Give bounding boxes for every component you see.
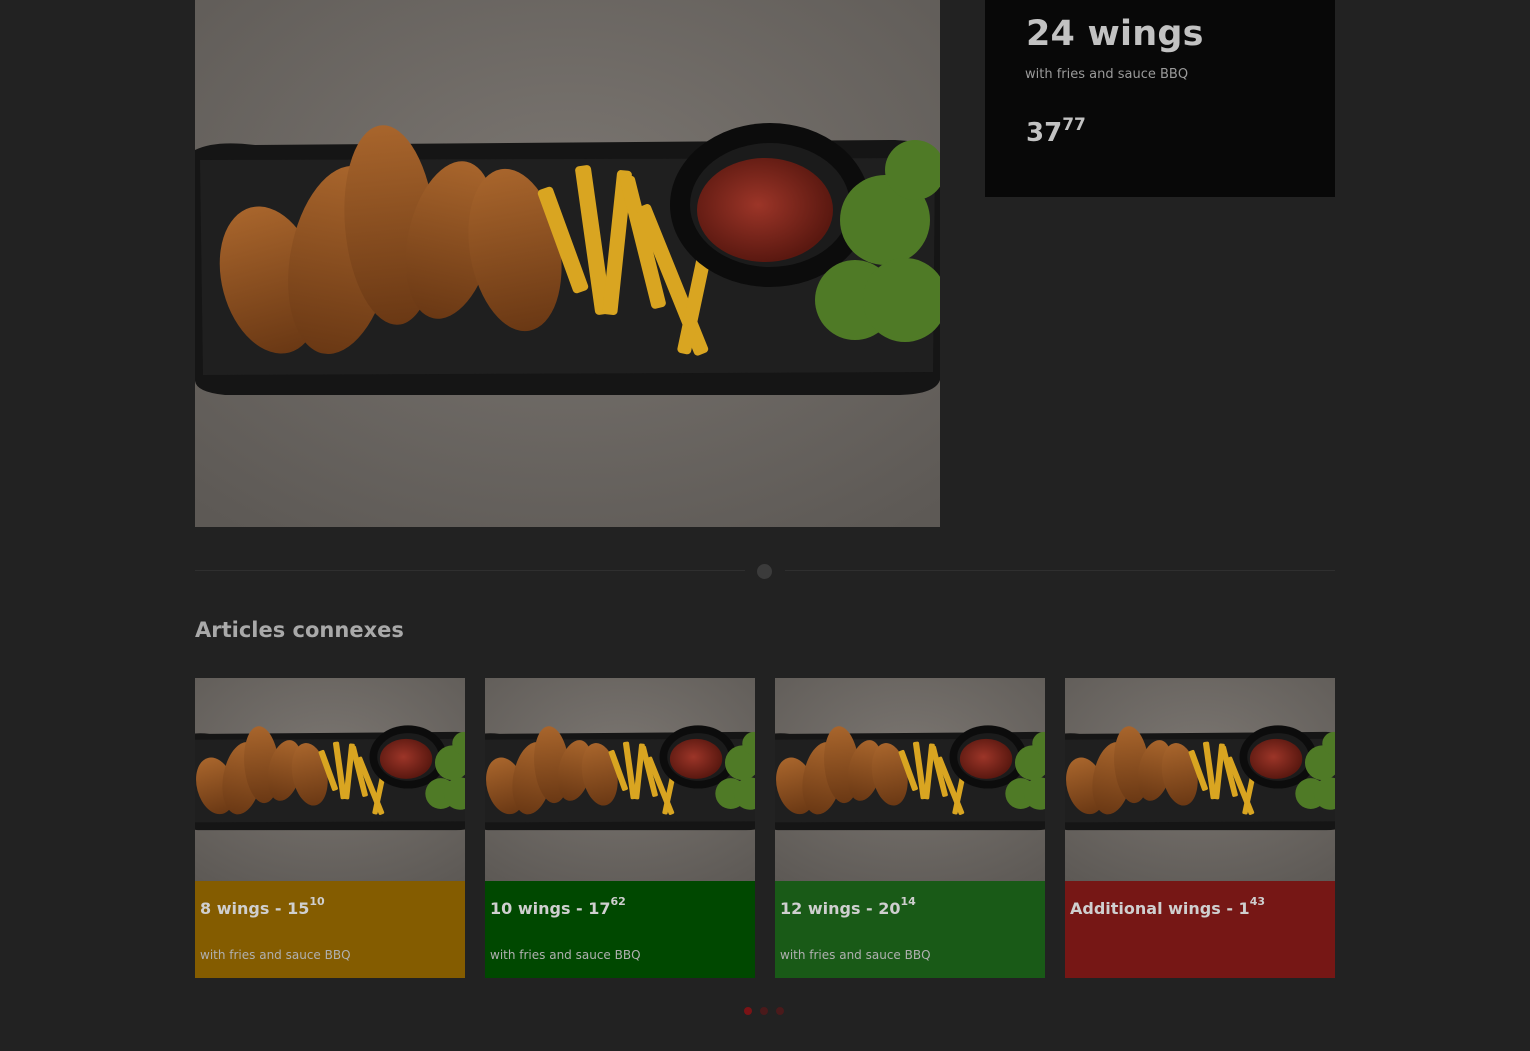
carousel-dot-1[interactable] (744, 1007, 752, 1015)
carousel-dot-3[interactable] (776, 1007, 784, 1015)
product-page: 24 wings with fries and sauce BBQ 3777 A… (0, 0, 1530, 1051)
related-card-info: 12 wings - 2014 with fries and sauce BBQ (775, 881, 1045, 978)
related-card-name[interactable]: Additional wings - 143 (1070, 895, 1265, 918)
related-card-photo (1065, 678, 1335, 881)
product-details-panel: 24 wings with fries and sauce BBQ 3777 (985, 0, 1335, 197)
related-card-name[interactable]: 12 wings - 2014 (780, 895, 916, 918)
related-articles-carousel: 8 wings - 1510 with fries and sauce BBQ … (195, 678, 1335, 978)
divider-line-right (785, 570, 1335, 571)
divider-line-left (195, 570, 745, 571)
related-card-image (1065, 678, 1335, 881)
related-card-photo (195, 678, 465, 881)
related-card-description: with fries and sauce BBQ (780, 948, 931, 962)
related-card-cents: 62 (610, 895, 626, 908)
price-cents: 77 (1062, 115, 1086, 135)
related-card-info: 10 wings - 1762 with fries and sauce BBQ (485, 881, 755, 978)
related-card-image (485, 678, 755, 881)
product-subtitle: with fries and sauce BBQ (1025, 67, 1189, 82)
related-card-description: with fries and sauce BBQ (490, 948, 641, 962)
related-card-name-text: 8 wings - 15 (200, 899, 310, 918)
related-card-10-wings[interactable]: 10 wings - 1762 with fries and sauce BBQ (485, 678, 755, 978)
related-card-image (195, 678, 465, 881)
related-card-info: 8 wings - 1510 with fries and sauce BBQ (195, 881, 465, 978)
carousel-dot-2[interactable] (760, 1007, 768, 1015)
related-card-description: with fries and sauce BBQ (200, 948, 351, 962)
related-card-additional-wings[interactable]: Additional wings - 143 (1065, 678, 1335, 978)
divider-dot (757, 564, 772, 579)
section-divider (195, 564, 1335, 579)
product-photo (195, 0, 940, 527)
product-image[interactable] (195, 0, 940, 527)
product-price: 3777 (1026, 115, 1086, 148)
related-card-12-wings[interactable]: 12 wings - 2014 with fries and sauce BBQ (775, 678, 1045, 978)
related-card-photo (485, 678, 755, 881)
related-card-name-text: Additional wings - 1 (1070, 899, 1250, 918)
related-card-name-text: 10 wings - 17 (490, 899, 611, 918)
related-articles-title: Articles connexes (195, 618, 404, 642)
related-card-cents: 43 (1249, 895, 1265, 908)
related-card-name[interactable]: 10 wings - 1762 (490, 895, 626, 918)
related-card-photo (775, 678, 1045, 881)
product-title: 24 wings (1026, 14, 1204, 54)
related-card-cents: 14 (900, 895, 916, 908)
related-card-name-text: 12 wings - 20 (780, 899, 901, 918)
price-main: 37 (1026, 118, 1063, 148)
related-card-cents: 10 (309, 895, 325, 908)
related-card-8-wings[interactable]: 8 wings - 1510 with fries and sauce BBQ (195, 678, 465, 978)
related-card-image (775, 678, 1045, 881)
related-card-info: Additional wings - 143 (1065, 881, 1335, 978)
related-card-name[interactable]: 8 wings - 1510 (200, 895, 325, 918)
